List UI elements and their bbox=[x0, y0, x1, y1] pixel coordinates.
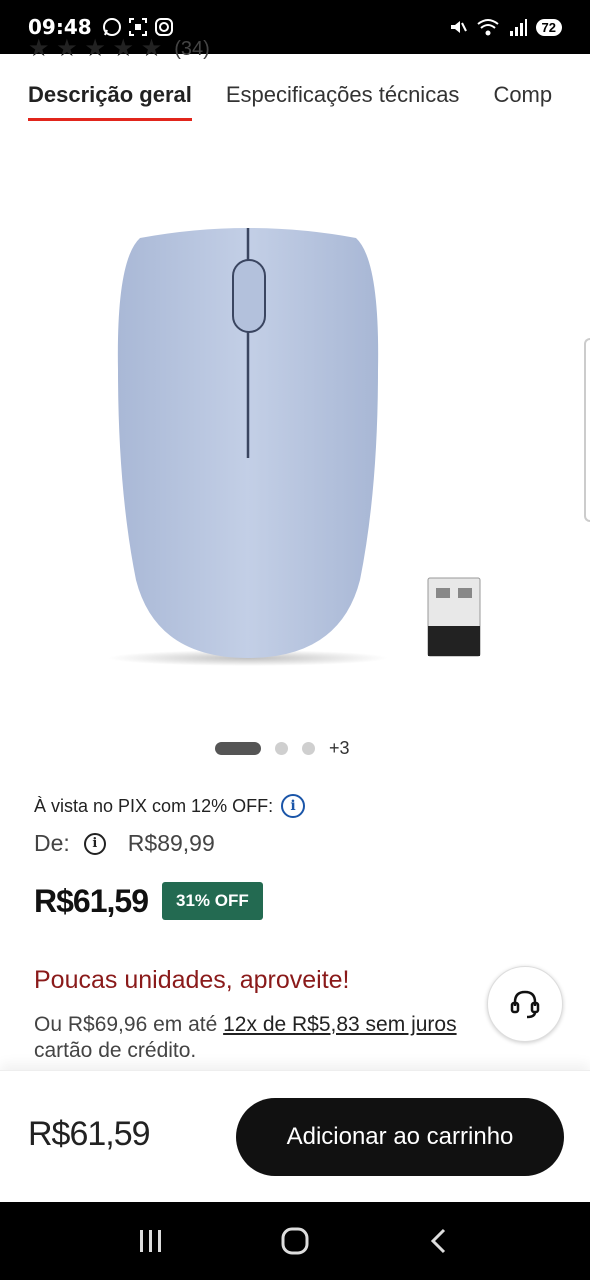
installments-suffix: cartão de crédito. bbox=[34, 1039, 197, 1062]
wifi-icon bbox=[476, 19, 499, 36]
info-icon[interactable]: i bbox=[83, 832, 106, 855]
product-image-carousel[interactable] bbox=[0, 200, 590, 680]
installments-link[interactable]: 12x de R$5,83 sem juros bbox=[223, 1013, 456, 1036]
mouse-product-image bbox=[108, 228, 481, 666]
rating-count: (34) bbox=[174, 38, 210, 60]
recent-apps-icon[interactable] bbox=[136, 1227, 166, 1255]
signal-icon bbox=[509, 19, 527, 36]
stars-icon: ★ ★ ★ ★ ★ bbox=[28, 36, 163, 62]
installments-line: Ou R$69,96 em até 12x de R$5,83 sem juro… bbox=[34, 1010, 504, 1039]
tab-compatibilidade[interactable]: Compatibilidade bbox=[493, 82, 553, 118]
installments-prefix: Ou R$69,96 em até bbox=[34, 1013, 224, 1036]
tab-descricao-geral[interactable]: Descrição geral bbox=[28, 82, 192, 121]
carousel-dot-active[interactable] bbox=[215, 742, 261, 755]
support-chat-button[interactable] bbox=[487, 966, 563, 1042]
side-drawer-handle[interactable] bbox=[584, 338, 590, 522]
rating-stars[interactable]: ★ ★ ★ ★ ★ (34) bbox=[28, 36, 210, 62]
discount-badge: 31% OFF bbox=[161, 882, 263, 920]
sticky-purchase-bar: R$61,59 Adicionar ao carrinho bbox=[0, 1070, 590, 1202]
whatsapp-icon bbox=[102, 18, 121, 36]
tab-especificacoes-tecnicas[interactable]: Especificações técnicas bbox=[226, 82, 460, 118]
current-price: R$61,59 bbox=[34, 882, 149, 919]
pix-discount-line: À vista no PIX com 12% OFF: i bbox=[34, 794, 306, 818]
carousel-dot[interactable] bbox=[275, 742, 288, 755]
current-price-row: R$61,59 31% OFF bbox=[34, 882, 263, 920]
headset-icon bbox=[510, 990, 540, 1019]
product-page: 09:48 72 ★ ★ ★ ★ ★ (34) Descrição geral … bbox=[0, 0, 590, 1280]
scan-icon bbox=[128, 18, 147, 36]
battery-icon: 72 bbox=[535, 18, 562, 36]
carousel-more-count[interactable]: +3 bbox=[329, 738, 350, 759]
pix-text: À vista no PIX com 12% OFF: bbox=[34, 795, 274, 816]
carousel-dot[interactable] bbox=[302, 742, 315, 755]
old-price: R$89,99 bbox=[127, 830, 215, 856]
scarcity-message: Poucas unidades, aproveite! bbox=[34, 966, 350, 994]
status-right: 72 bbox=[448, 17, 562, 37]
android-navigation-bar bbox=[0, 1202, 590, 1280]
sticky-price: R$61,59 bbox=[28, 1115, 151, 1153]
instagram-icon bbox=[154, 18, 173, 36]
home-icon[interactable] bbox=[279, 1225, 311, 1257]
info-icon[interactable]: i bbox=[281, 794, 306, 818]
carousel-indicators: +3 bbox=[215, 738, 350, 759]
notification-icons bbox=[102, 17, 174, 37]
back-icon[interactable] bbox=[424, 1226, 454, 1256]
add-to-cart-button[interactable]: Adicionar ao carrinho bbox=[236, 1098, 564, 1176]
mute-icon bbox=[450, 21, 467, 33]
from-label: De: bbox=[34, 830, 70, 856]
original-price-line: De: i R$89,99 bbox=[34, 830, 215, 857]
product-tabs: Descrição geral Especificações técnicas … bbox=[0, 82, 590, 132]
